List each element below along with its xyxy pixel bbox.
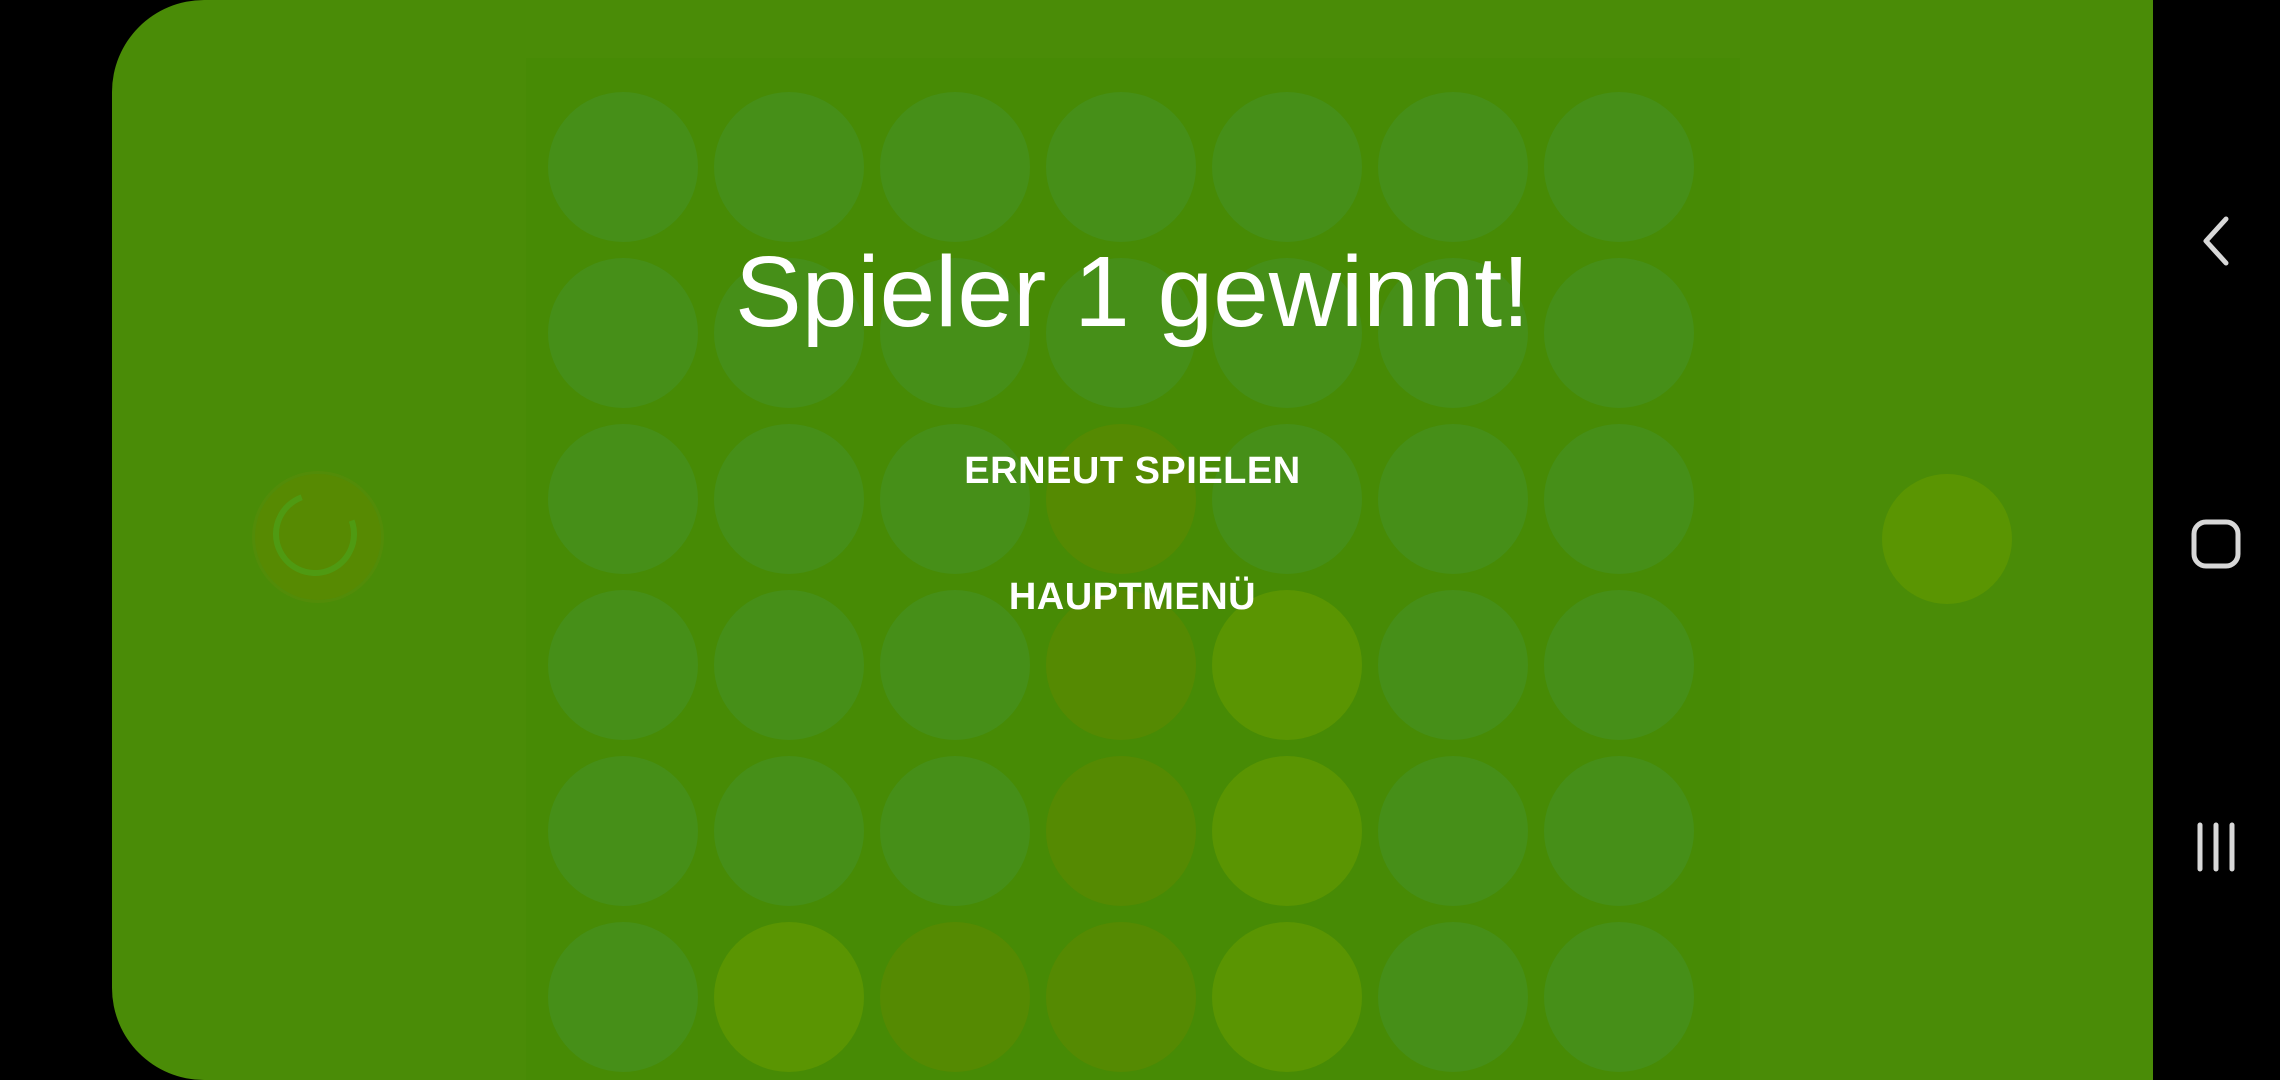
recents-icon[interactable] <box>2181 812 2251 882</box>
home-icon[interactable] <box>2181 509 2251 579</box>
system-navigation-bar <box>2153 0 2280 1080</box>
play-again-button[interactable]: ERNEUT SPIELEN <box>112 440 2153 503</box>
game-screen: Spieler 1 gewinnt! ERNEUT SPIELEN HAUPTM… <box>112 0 2153 1080</box>
back-icon[interactable] <box>2181 206 2251 276</box>
result-title: Spieler 1 gewinnt! <box>735 236 1530 348</box>
play-again-label[interactable]: ERNEUT SPIELEN <box>940 440 1324 503</box>
result-overlay: Spieler 1 gewinnt! ERNEUT SPIELEN HAUPTM… <box>112 0 2153 1080</box>
main-menu-label[interactable]: HAUPTMENÜ <box>985 566 1280 629</box>
main-menu-button[interactable]: HAUPTMENÜ <box>112 566 2153 629</box>
